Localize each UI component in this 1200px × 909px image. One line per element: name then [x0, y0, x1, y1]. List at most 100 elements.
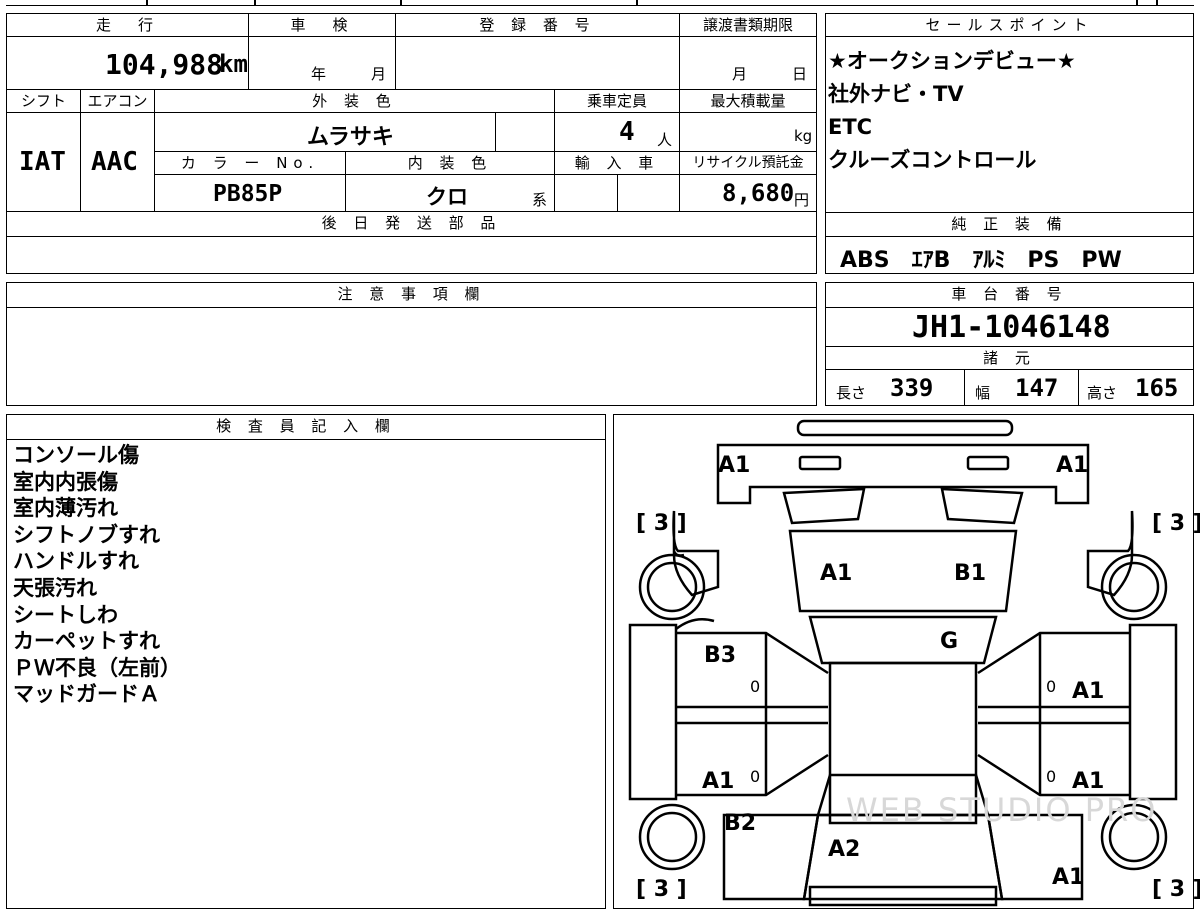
sales-points-header: セールスポイント	[825, 13, 1194, 37]
car-diagram-panel: A1 A1 [ 3 ] [ 3 ] A1 B1 G B3 0 0 A1 A1 0…	[613, 414, 1200, 909]
tire-rear-right-value: [ 3 ]	[1152, 877, 1200, 902]
aircon-header: エアコン	[80, 89, 155, 113]
damage-roof: G	[940, 629, 959, 654]
transfer-deadline-header: 譲渡書類期限	[679, 13, 817, 37]
shift-value: IAT	[19, 147, 66, 177]
interior-color-value: クロ	[426, 185, 468, 209]
mark-left-front-door: 0	[750, 677, 761, 696]
max-load-cell: kg	[679, 112, 817, 152]
import-cell-a	[554, 174, 618, 212]
mileage-cell: 104,988 km	[6, 36, 249, 90]
inspector-note: カーペットすれ	[13, 629, 160, 654]
tire-front-right-value: [ 3 ]	[1152, 511, 1200, 536]
interior-color-header: 内 装 色	[345, 151, 555, 175]
damage-right-front-door: A1	[1072, 679, 1105, 704]
inspection-month-label: 月	[371, 65, 387, 83]
transfer-month-label: 月	[732, 65, 748, 83]
capacity-cell: 4 人	[554, 112, 680, 152]
sales-point-item: クルーズコントロール	[828, 148, 1037, 172]
exterior-color-cell: ムラサキ	[154, 112, 496, 152]
capacity-header: 乗車定員	[554, 89, 680, 113]
max-load-header: 最大積載量	[679, 89, 817, 113]
damage-left-front-door: B3	[704, 643, 737, 668]
later-parts-cell	[6, 236, 817, 274]
inspector-notes-header: 検 査 員 記 入 欄	[6, 414, 606, 440]
damage-hood-right: B1	[954, 561, 987, 586]
color-no-cell: PB85P	[154, 174, 346, 212]
caution-cell	[6, 307, 817, 406]
shift-cell: IAT	[6, 112, 81, 212]
chassis-cell: JH1-1046148	[825, 307, 1194, 347]
aircon-cell: AAC	[80, 112, 155, 212]
transfer-deadline-cell: 月 日	[679, 36, 817, 90]
damage-left-rear-door: A1	[702, 769, 735, 794]
caution-header: 注 意 事 項 欄	[6, 282, 817, 308]
import-header: 輸 入 車	[554, 151, 680, 175]
exterior-color-value: ムラサキ	[307, 125, 394, 150]
specs-height-label: 高さ	[1087, 384, 1118, 402]
specs-width-cell: 幅 147	[964, 369, 1079, 406]
exterior-color-header: 外 装 色	[154, 89, 555, 113]
sales-point-item: 社外ナビ・TV	[828, 82, 964, 106]
mileage-header: 走 行	[6, 13, 249, 37]
specs-width-label: 幅	[975, 384, 991, 402]
mark-right-rear-door: 0	[1046, 767, 1057, 786]
inspector-note: コンソール傷	[13, 443, 139, 467]
inspection-year-label: 年	[311, 65, 327, 83]
inspector-note: ＰＷ不良（左前）	[13, 655, 181, 680]
later-parts-header: 後 日 発 送 部 品	[6, 211, 817, 237]
mileage-value: 104,988	[105, 48, 224, 81]
specs-height-cell: 高さ 165	[1078, 369, 1194, 406]
genuine-equipment-value: ABS ｴｱB ｱﾙﾐ PS PW	[840, 248, 1122, 273]
registration-cell	[395, 36, 680, 90]
sales-point-item: ★オークションデビュー★	[828, 49, 1076, 73]
inspector-note: ハンドルすれ	[13, 549, 139, 574]
chassis-header: 車 台 番 号	[825, 282, 1194, 308]
genuine-equipment-header: 純 正 装 備	[825, 212, 1194, 237]
specs-width-value: 147	[1015, 374, 1059, 402]
sales-points-list: ★オークションデビュー★ 社外ナビ・TV ETC クルーズコントロール	[828, 45, 1076, 177]
inspector-notes-list: コンソール傷 室内内張傷 室内薄汚れ シフトノブすれ ハンドルすれ 天張汚れ シ…	[13, 442, 181, 708]
inspector-note: マッドガードＡ	[13, 682, 160, 707]
inspection-cell: 年 月	[248, 36, 396, 90]
tire-rear-left-value: [ 3 ]	[636, 877, 687, 902]
recycle-fee-cell: 8,680 円	[679, 174, 817, 212]
registration-header: 登 録 番 号	[395, 13, 680, 37]
mark-right-front-door: 0	[1046, 677, 1057, 696]
damage-front-left: A1	[718, 453, 751, 478]
interior-color-unit: 系	[532, 191, 548, 209]
specs-length-cell: 長さ 339	[825, 369, 965, 406]
interior-color-cell: クロ 系	[345, 174, 555, 212]
tire-front-left-value: [ 3 ]	[636, 511, 687, 536]
inspector-notes-cell: コンソール傷 室内内張傷 室内薄汚れ シフトノブすれ ハンドルすれ 天張汚れ シ…	[6, 439, 606, 909]
capacity-value: 4	[619, 117, 635, 147]
shift-header: シフト	[6, 89, 81, 113]
import-cell-b	[617, 174, 680, 212]
exterior-color-extra-cell	[495, 112, 555, 152]
recycle-fee-value: 8,680	[722, 179, 795, 207]
specs-height-value: 165	[1135, 374, 1179, 402]
recycle-fee-header: リサイクル預託金	[679, 151, 817, 175]
specs-header: 諸 元	[825, 346, 1194, 370]
transfer-day-label: 日	[792, 65, 808, 83]
sales-points-cell: ★オークションデビュー★ 社外ナビ・TV ETC クルーズコントロール	[825, 36, 1194, 213]
inspector-note: 室内薄汚れ	[13, 496, 118, 521]
recycle-fee-unit: 円	[794, 191, 810, 209]
sales-point-item: ETC	[828, 115, 873, 139]
max-load-unit: kg	[794, 127, 813, 145]
aircon-value: AAC	[91, 147, 138, 177]
inspection-header: 車 検	[248, 13, 396, 37]
inspector-note: 室内内張傷	[13, 469, 118, 494]
damage-rear-right: A1	[1052, 865, 1085, 890]
inspector-note: 天張汚れ	[13, 575, 97, 600]
color-no-header: カ ラ ー No.	[154, 151, 346, 175]
mark-left-rear-door: 0	[750, 767, 761, 786]
inspector-note: シートしわ	[13, 602, 118, 627]
specs-length-value: 339	[890, 374, 934, 402]
genuine-equipment-cell: ABS ｴｱB ｱﾙﾐ PS PW	[825, 236, 1194, 274]
watermark: WEB STUDIO PRO	[846, 791, 1158, 829]
damage-hood-left: A1	[820, 561, 853, 586]
chassis-value: JH1-1046148	[912, 310, 1111, 345]
car-diagram	[628, 419, 1178, 907]
damage-front-right: A1	[1056, 453, 1089, 478]
